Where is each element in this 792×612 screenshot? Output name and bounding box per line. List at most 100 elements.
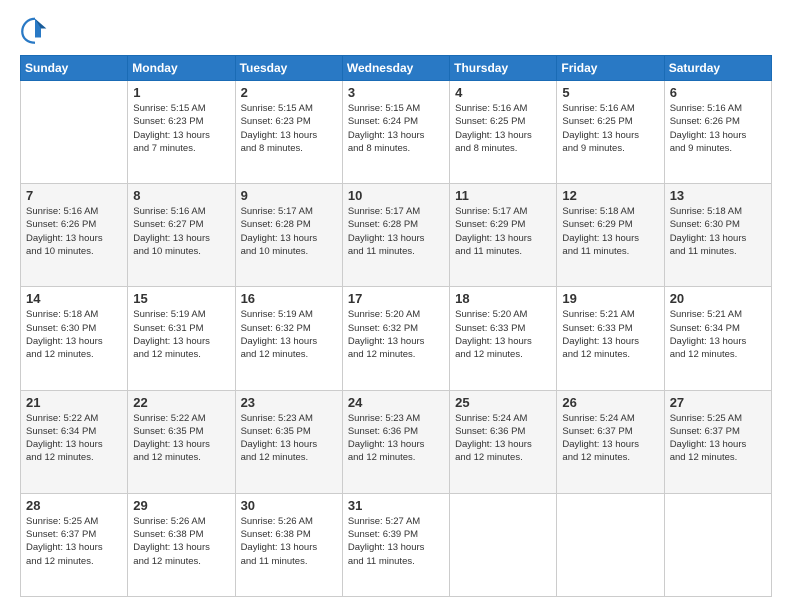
calendar-cell: 14 Sunrise: 5:18 AM Sunset: 6:30 PM Dayli…	[21, 287, 128, 390]
week-row-3: 14 Sunrise: 5:18 AM Sunset: 6:30 PM Dayli…	[21, 287, 772, 390]
day-number: 28	[26, 498, 122, 513]
day-info: Sunrise: 5:23 AM Sunset: 6:35 PM Dayligh…	[241, 412, 337, 465]
day-number: 30	[241, 498, 337, 513]
day-info: Sunrise: 5:19 AM Sunset: 6:32 PM Dayligh…	[241, 308, 337, 361]
calendar-cell: 20Sunrise: 5:21 AM Sunset: 6:34 PM Dayli…	[664, 287, 771, 390]
day-info: Sunrise: 5:21 AM Sunset: 6:34 PM Dayligh…	[670, 308, 766, 361]
day-number: 23	[241, 395, 337, 410]
day-number: 2	[241, 85, 337, 100]
day-info: Sunrise: 5:16 AM Sunset: 6:27 PM Dayligh…	[133, 205, 229, 258]
calendar-cell: 5 Sunrise: 5:16 AM Sunset: 6:25 PM Daylig…	[557, 81, 664, 184]
day-number: 29	[133, 498, 229, 513]
day-number: 1	[133, 85, 229, 100]
logo	[20, 15, 54, 45]
calendar-cell: 6 Sunrise: 5:16 AM Sunset: 6:26 PM Daylig…	[664, 81, 771, 184]
calendar-cell: 1 Sunrise: 5:15 AM Sunset: 6:23 PM Daylig…	[128, 81, 235, 184]
calendar-cell: 10Sunrise: 5:17 AM Sunset: 6:28 PM Dayli…	[342, 184, 449, 287]
day-info: Sunrise: 5:17 AM Sunset: 6:28 PM Dayligh…	[241, 205, 337, 258]
weekday-header-friday: Friday	[557, 56, 664, 81]
day-number: 6	[670, 85, 766, 100]
day-number: 17	[348, 291, 444, 306]
calendar-cell: 21Sunrise: 5:22 AM Sunset: 6:34 PM Dayli…	[21, 390, 128, 493]
day-info: Sunrise: 5:22 AM Sunset: 6:34 PM Dayligh…	[26, 412, 122, 465]
calendar-cell: 12 Sunrise: 5:18 AM Sunset: 6:29 PM Dayli…	[557, 184, 664, 287]
calendar-cell: 30 Sunrise: 5:26 AM Sunset: 6:38 PM Dayli…	[235, 493, 342, 596]
calendar-cell	[557, 493, 664, 596]
day-number: 12	[562, 188, 658, 203]
day-info: Sunrise: 5:26 AM Sunset: 6:38 PM Dayligh…	[241, 515, 337, 568]
day-number: 16	[241, 291, 337, 306]
day-number: 11	[455, 188, 551, 203]
day-number: 24	[348, 395, 444, 410]
calendar-cell: 25 Sunrise: 5:24 AM Sunset: 6:36 PM Dayli…	[450, 390, 557, 493]
day-number: 5	[562, 85, 658, 100]
weekday-header-sunday: Sunday	[21, 56, 128, 81]
day-info: Sunrise: 5:16 AM Sunset: 6:26 PM Dayligh…	[670, 102, 766, 155]
day-info: Sunrise: 5:20 AM Sunset: 6:33 PM Dayligh…	[455, 308, 551, 361]
day-info: Sunrise: 5:23 AM Sunset: 6:36 PM Dayligh…	[348, 412, 444, 465]
calendar-cell: 31 Sunrise: 5:27 AM Sunset: 6:39 PM Dayli…	[342, 493, 449, 596]
page: SundayMondayTuesdayWednesdayThursdayFrid…	[0, 0, 792, 612]
calendar-cell: 22 Sunrise: 5:22 AM Sunset: 6:35 PM Dayli…	[128, 390, 235, 493]
day-number: 4	[455, 85, 551, 100]
calendar-table: SundayMondayTuesdayWednesdayThursdayFrid…	[20, 55, 772, 597]
day-info: Sunrise: 5:24 AM Sunset: 6:36 PM Dayligh…	[455, 412, 551, 465]
day-number: 26	[562, 395, 658, 410]
weekday-header-row: SundayMondayTuesdayWednesdayThursdayFrid…	[21, 56, 772, 81]
calendar-cell: 24 Sunrise: 5:23 AM Sunset: 6:36 PM Dayli…	[342, 390, 449, 493]
week-row-2: 7Sunrise: 5:16 AM Sunset: 6:26 PM Daylig…	[21, 184, 772, 287]
calendar-cell	[664, 493, 771, 596]
day-info: Sunrise: 5:25 AM Sunset: 6:37 PM Dayligh…	[26, 515, 122, 568]
calendar-cell: 23 Sunrise: 5:23 AM Sunset: 6:35 PM Dayli…	[235, 390, 342, 493]
day-number: 31	[348, 498, 444, 513]
day-info: Sunrise: 5:19 AM Sunset: 6:31 PM Dayligh…	[133, 308, 229, 361]
day-number: 9	[241, 188, 337, 203]
day-info: Sunrise: 5:17 AM Sunset: 6:29 PM Dayligh…	[455, 205, 551, 258]
day-info: Sunrise: 5:20 AM Sunset: 6:32 PM Dayligh…	[348, 308, 444, 361]
day-number: 15	[133, 291, 229, 306]
calendar-cell	[450, 493, 557, 596]
day-info: Sunrise: 5:18 AM Sunset: 6:30 PM Dayligh…	[26, 308, 122, 361]
calendar-cell: 29Sunrise: 5:26 AM Sunset: 6:38 PM Dayli…	[128, 493, 235, 596]
day-info: Sunrise: 5:16 AM Sunset: 6:25 PM Dayligh…	[455, 102, 551, 155]
calendar-cell: 13 Sunrise: 5:18 AM Sunset: 6:30 PM Dayli…	[664, 184, 771, 287]
week-row-4: 21Sunrise: 5:22 AM Sunset: 6:34 PM Dayli…	[21, 390, 772, 493]
day-number: 7	[26, 188, 122, 203]
day-info: Sunrise: 5:16 AM Sunset: 6:25 PM Dayligh…	[562, 102, 658, 155]
calendar-cell: 8 Sunrise: 5:16 AM Sunset: 6:27 PM Daylig…	[128, 184, 235, 287]
header	[20, 15, 772, 45]
calendar-cell: 4 Sunrise: 5:16 AM Sunset: 6:25 PM Daylig…	[450, 81, 557, 184]
weekday-header-tuesday: Tuesday	[235, 56, 342, 81]
calendar-cell: 15 Sunrise: 5:19 AM Sunset: 6:31 PM Dayli…	[128, 287, 235, 390]
day-info: Sunrise: 5:15 AM Sunset: 6:23 PM Dayligh…	[133, 102, 229, 155]
day-info: Sunrise: 5:21 AM Sunset: 6:33 PM Dayligh…	[562, 308, 658, 361]
logo-icon	[20, 15, 50, 45]
calendar-cell: 28 Sunrise: 5:25 AM Sunset: 6:37 PM Dayli…	[21, 493, 128, 596]
week-row-1: 1 Sunrise: 5:15 AM Sunset: 6:23 PM Daylig…	[21, 81, 772, 184]
calendar-cell: 19 Sunrise: 5:21 AM Sunset: 6:33 PM Dayli…	[557, 287, 664, 390]
weekday-header-thursday: Thursday	[450, 56, 557, 81]
day-number: 27	[670, 395, 766, 410]
day-info: Sunrise: 5:22 AM Sunset: 6:35 PM Dayligh…	[133, 412, 229, 465]
calendar-cell: 2 Sunrise: 5:15 AM Sunset: 6:23 PM Daylig…	[235, 81, 342, 184]
calendar-cell: 9 Sunrise: 5:17 AM Sunset: 6:28 PM Daylig…	[235, 184, 342, 287]
day-number: 18	[455, 291, 551, 306]
day-number: 22	[133, 395, 229, 410]
day-info: Sunrise: 5:27 AM Sunset: 6:39 PM Dayligh…	[348, 515, 444, 568]
day-info: Sunrise: 5:15 AM Sunset: 6:23 PM Dayligh…	[241, 102, 337, 155]
day-number: 14	[26, 291, 122, 306]
day-number: 8	[133, 188, 229, 203]
day-number: 13	[670, 188, 766, 203]
day-info: Sunrise: 5:18 AM Sunset: 6:30 PM Dayligh…	[670, 205, 766, 258]
day-number: 19	[562, 291, 658, 306]
calendar-cell: 27 Sunrise: 5:25 AM Sunset: 6:37 PM Dayli…	[664, 390, 771, 493]
day-info: Sunrise: 5:17 AM Sunset: 6:28 PM Dayligh…	[348, 205, 444, 258]
calendar-cell: 7Sunrise: 5:16 AM Sunset: 6:26 PM Daylig…	[21, 184, 128, 287]
day-info: Sunrise: 5:18 AM Sunset: 6:29 PM Dayligh…	[562, 205, 658, 258]
day-number: 25	[455, 395, 551, 410]
day-info: Sunrise: 5:25 AM Sunset: 6:37 PM Dayligh…	[670, 412, 766, 465]
day-number: 3	[348, 85, 444, 100]
calendar-cell: 26Sunrise: 5:24 AM Sunset: 6:37 PM Dayli…	[557, 390, 664, 493]
calendar-cell: 17 Sunrise: 5:20 AM Sunset: 6:32 PM Dayli…	[342, 287, 449, 390]
calendar-cell: 3Sunrise: 5:15 AM Sunset: 6:24 PM Daylig…	[342, 81, 449, 184]
